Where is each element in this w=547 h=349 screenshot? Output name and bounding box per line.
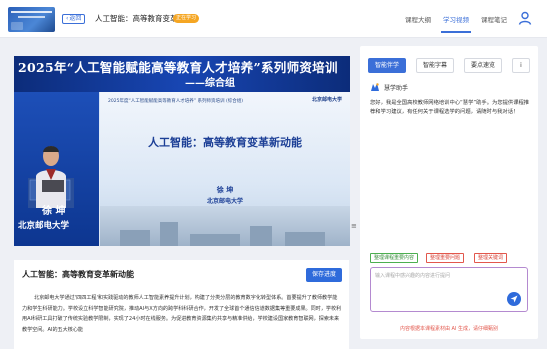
chip-keywords[interactable]: 整理关键词	[474, 253, 508, 263]
resize-handle[interactable]: ≡	[351, 222, 357, 232]
course-title: 人工智能：高等教育变革...	[95, 14, 185, 23]
question-input[interactable]	[375, 272, 505, 284]
send-button[interactable]	[507, 292, 521, 306]
assistant-avatar-icon	[371, 83, 379, 91]
back-button[interactable]: ‹ 返回	[62, 14, 86, 24]
tab-course-outline[interactable]: 课程大纲	[405, 14, 431, 24]
summary-title: 人工智能：高等教育变革新动能	[22, 270, 134, 279]
video-banner: 2025年“人工智能赋能高等教育人才培养”系列师资培训 ——综合组	[14, 56, 350, 92]
slide-speaker-name: 徐 坤	[216, 186, 234, 194]
tab-smart-subtitles[interactable]: 智能字幕	[416, 58, 455, 73]
tab-smart-study[interactable]: 智能伴学	[368, 58, 407, 73]
slide-title: 人工智能：高等教育变革新动能	[148, 136, 302, 149]
slide-speaker-org: 北京邮电大学	[206, 198, 243, 205]
chip-key-questions[interactable]: 整理重要问题	[426, 253, 465, 263]
status-badge: 正在学习	[173, 14, 200, 23]
speaker-org: 北京邮电大学	[18, 221, 70, 231]
slide-header: 2025年度“人工智能赋能高等教育人才培养” 系列师资培训 (综合组)	[108, 99, 243, 104]
ai-disclaimer: 内容根据本课程素材由 AI 生成，请仔细甄别	[399, 326, 499, 332]
video-banner-title: 2025年“人工智能赋能高等教育人才培养”系列师资培训	[18, 60, 338, 75]
tab-more[interactable]: i	[512, 58, 530, 73]
user-icon[interactable]	[517, 10, 533, 26]
question-input-box[interactable]	[370, 267, 528, 312]
chevron-left-icon: ‹	[66, 15, 69, 22]
speaker-panel: 徐 坤 北京邮电大学	[14, 92, 99, 246]
chip-key-content[interactable]: 整理课程重要内容	[370, 253, 419, 263]
back-button-label: 返回	[69, 15, 82, 22]
university-logo: 北京邮电大学	[311, 97, 342, 103]
save-progress-button[interactable]: 保存进度	[306, 268, 342, 282]
summary-card: 人工智能：高等教育变革新动能 保存进度 北京邮电大学通过'四四工程'和实践驱动的…	[14, 260, 349, 349]
assistant-message: 您好，我是全国高校教师网络培训中心“慧学”助手。为您提供课程推荐和学习建议，有任…	[370, 100, 530, 115]
assistant-name: 慧学助手	[384, 85, 409, 92]
summary-text: 北京邮电大学通过'四四工程'和实践驱动的教师人工智能素养提升计划，构建了分类分层…	[22, 295, 342, 333]
tab-study-video[interactable]: 学习视频	[443, 14, 469, 24]
lecture-slide: 2025年度“人工智能赋能高等教育人才培养” 系列师资培训 (综合组) 北京邮电…	[100, 92, 350, 246]
video-player[interactable]: 2025年“人工智能赋能高等教育人才培养”系列师资培训 ——综合组 徐 坤 北京…	[14, 56, 350, 246]
send-icon	[510, 295, 518, 303]
video-banner-subtitle: ——综合组	[185, 78, 235, 89]
tab-course-notes[interactable]: 课程笔记	[481, 14, 507, 24]
presenter-image	[28, 146, 74, 208]
top-bar: ‹ 返回 人工智能：高等教育变革... 正在学习 课程大纲 学习视频 课程笔记	[0, 0, 547, 38]
campus-image	[100, 206, 350, 246]
speaker-name: 徐 坤	[42, 206, 66, 217]
ai-assistant-panel: 智能伴学 智能字幕 要点速览 i 慧学助手 您好，我是全国高校教师网络培训中心“…	[360, 46, 538, 339]
active-tab-indicator	[441, 31, 471, 33]
course-thumbnail	[8, 7, 55, 32]
tab-key-points[interactable]: 要点速览	[464, 58, 503, 73]
